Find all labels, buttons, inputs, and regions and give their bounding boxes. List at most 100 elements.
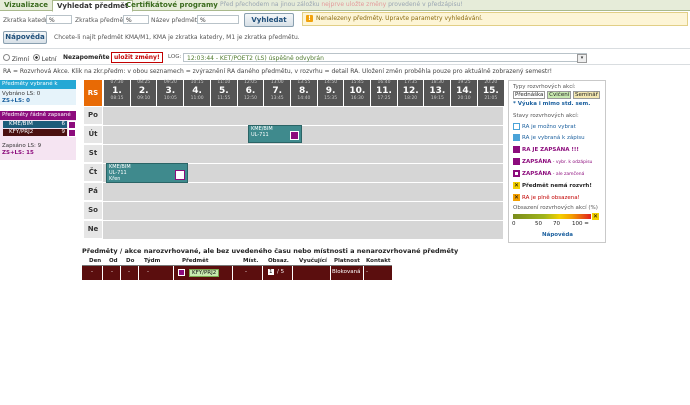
outside-note: * Výuka i mimo std. sem. (513, 101, 591, 107)
col-obsaz: Obsaz. (268, 258, 289, 264)
hour-header: 08:25 2. 09:10 (129, 80, 157, 106)
cross-icon: ✕ (592, 213, 599, 220)
hour-header: 09:20 3. 10:05 (156, 80, 184, 106)
type-seminar: Seminář (572, 91, 600, 99)
day-label: Čt (84, 164, 102, 182)
predmet-label: Zkratka předmětu (75, 17, 130, 24)
nazev-input[interactable]: % (197, 15, 239, 24)
hour-number: 12. (402, 86, 419, 96)
hour-number: 9. (325, 86, 336, 96)
hint-after: provedené v předzápisu! (386, 1, 463, 8)
hour-number: 1. (112, 86, 122, 96)
day-row (103, 183, 503, 202)
enrolled-zs: ZS+LS: 15 (2, 150, 34, 156)
col-vyucujici: Vyučující (299, 258, 327, 264)
divider-2 (0, 64, 690, 65)
help-text: Chcete-li najít předmět KMA/M1, KMA je z… (54, 34, 300, 41)
hint-before: Před přechodem na jinou záložku (220, 1, 322, 8)
help-button[interactable]: Nápověda (3, 31, 47, 44)
enrolled-item-kme[interactable]: KME/BIM 6 (3, 121, 67, 128)
bottom-title: Předměty / akce narozvrhované, ale bez u… (82, 247, 459, 255)
hour-number: 10. (349, 86, 366, 96)
save-changes-button[interactable]: uložit změny! (111, 52, 163, 63)
cell-do: - (128, 269, 130, 275)
hour-to: 09:10 (137, 96, 151, 101)
hour-header: 12:05 6. 12:50 (236, 80, 264, 106)
col-od: Od (109, 258, 118, 264)
state-text: - ale zamčená (551, 172, 585, 177)
state-bold: RA JE ZAPSÁNA !!! (522, 147, 579, 153)
col-predmet: Předmět (182, 258, 209, 264)
hour-number: 15. (482, 86, 499, 96)
legend-help-link[interactable]: Nápověda (542, 232, 573, 238)
right-legend: Typy rozvrhových akcí: Přednáška Cvičení… (508, 80, 606, 243)
radio-winter[interactable] (3, 54, 10, 61)
state-text: RA je možno vybrat (522, 124, 576, 130)
divider (0, 48, 690, 49)
radio-summer[interactable] (32, 54, 40, 61)
hour-to: 11:00 (190, 96, 204, 101)
log-label: LOG: (168, 54, 182, 60)
tab-certifikatove-programy[interactable]: Certifikátové programy (122, 0, 222, 10)
hour-number: 3. (165, 86, 176, 96)
log-box: 12:03:44 - KET/POET2 (LS) úspěšně odvybr… (183, 53, 587, 62)
col-kontakt: Kontakt (366, 258, 391, 264)
hour-to: 18:20 (404, 96, 418, 101)
state-text: - vybr. k odzápisu (551, 160, 593, 165)
hour-to: 10:05 (163, 96, 177, 101)
day-label: Po (84, 107, 102, 125)
enrolled-head: Předměty řádně zapsané (0, 111, 76, 120)
state-full: ✕ RA je plně obsazena! (513, 194, 580, 201)
cross-icon: ✕ (513, 182, 520, 189)
hour-header: 13:55 8. 14:40 (289, 80, 317, 106)
hour-header: 16:40 11. 17:25 (370, 80, 397, 106)
katedra-label: Zkratka katedry (3, 17, 51, 24)
hour-to: 15:35 (324, 96, 338, 101)
rs-corner: RS (84, 80, 102, 106)
hour-to: 14:40 (297, 96, 311, 101)
enrolled-credits: 9 (61, 129, 66, 135)
enrolled-item-kfy[interactable]: KFY/PRJ2 9 (3, 129, 67, 136)
check-icon (513, 158, 520, 165)
tick-70: 70 (553, 221, 560, 227)
type-cviceni: Cvičení (547, 91, 572, 99)
hour-to: 11:55 (217, 96, 231, 101)
warning-box: ! Nenalezeny předměty. Upravte parametry … (302, 12, 688, 26)
day-row (103, 107, 503, 126)
cell-od: - (111, 269, 113, 275)
katedra-input[interactable]: % (46, 15, 72, 24)
warning-text: Nenalezeny předměty. Upravte parametry v… (316, 15, 483, 22)
nazev-label: Název předmětu (151, 17, 201, 24)
hour-number: 14. (456, 86, 473, 96)
cell-predmet[interactable]: KFY/PRJ2 (189, 269, 220, 277)
enrolled-code[interactable]: KME/BIM (9, 121, 33, 127)
col-platnost: Platnost (334, 258, 360, 264)
predmet-input[interactable]: % (123, 15, 149, 24)
hour-number: 5. (218, 86, 229, 96)
semester-switch: Zimní Letní (3, 54, 57, 63)
hint-red: nejprve uložte změny (321, 1, 387, 8)
bottom-table-header: Den Od Do Týdm Předmět Míst. Obsaz. Vyuč… (82, 258, 392, 266)
state-text: RA je vybraná k zápisu (522, 135, 585, 141)
summer-label: Letní (41, 56, 57, 63)
state-bold: Předmět nemá rozvrh! (522, 183, 592, 189)
state-bold: ZAPSÁNA (522, 159, 552, 165)
hour-header: 20:20 15. 21:05 (476, 80, 504, 106)
hour-number: 8. (299, 86, 309, 96)
top-hint: Před přechodem na jinou záložku nejprve … (220, 1, 463, 8)
activity-kme-bim-ct[interactable]: KME/BIM UL-711 Křen (106, 163, 188, 183)
activity-kme-bim-ut[interactable]: KME/BIM UL-711 (248, 125, 302, 143)
tick-100: 100 = (572, 221, 589, 227)
day-label: Ne (84, 221, 102, 239)
enrolled-code[interactable]: KFY/PRJ2 (9, 129, 33, 135)
tab-vizualizace[interactable]: Vizualizace (0, 0, 52, 10)
col-den: Den (89, 258, 102, 264)
types-row: Přednáška Cvičení Seminář (513, 91, 600, 99)
log-scroll-icon[interactable]: ▾ (577, 54, 587, 63)
day-row (103, 221, 503, 240)
hour-header: 18:30 13. 19:15 (423, 80, 451, 106)
hour-to: 20:10 (457, 96, 471, 101)
search-button[interactable]: Vyhledat (244, 13, 294, 27)
cell-tydm: - (147, 269, 149, 275)
state-unenroll: ZAPSÁNA - vybr. k odzápisu (513, 158, 592, 165)
